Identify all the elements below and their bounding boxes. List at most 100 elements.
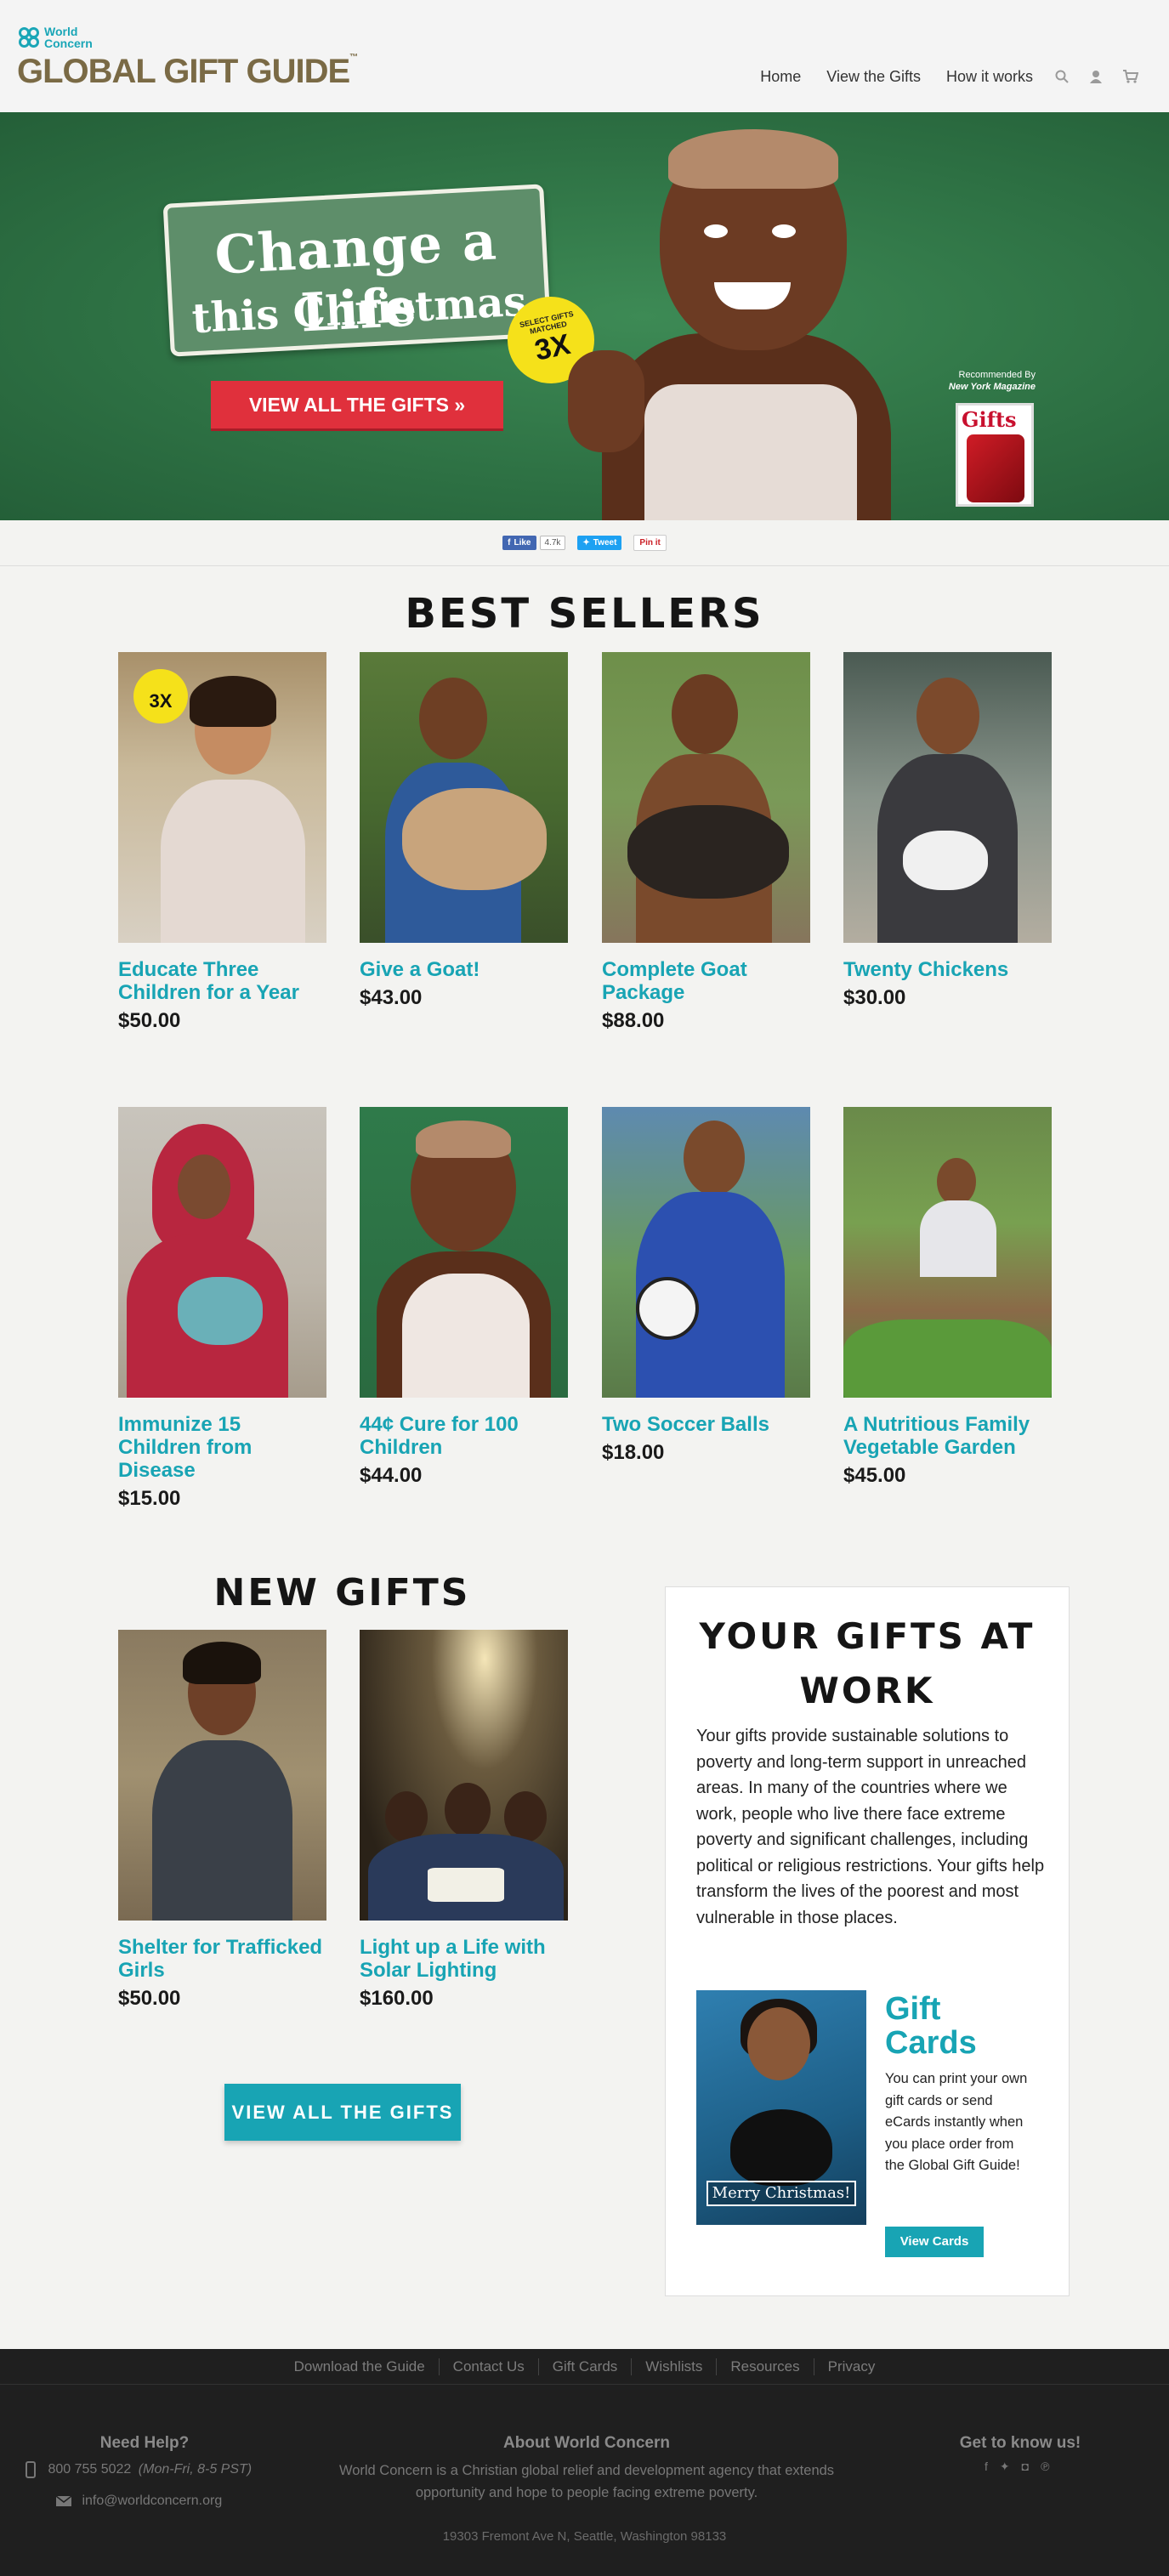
product-name[interactable]: Shelter for Trafficked Girls (118, 1936, 326, 1982)
product-price: $45.00 (843, 1464, 906, 1487)
product-card[interactable]: Give a Goat! $43.00 (360, 652, 568, 1010)
footer-link-privacy[interactable]: Privacy (814, 2358, 889, 2375)
product-card[interactable]: Twenty Chickens $30.00 (843, 652, 1052, 1010)
view-all-gifts-button[interactable]: VIEW ALL THE GIFTS (224, 2084, 461, 2141)
email-icon (55, 2494, 72, 2508)
user-icon[interactable] (1089, 70, 1103, 88)
new-gifts-title: NEW GIFTS (213, 1571, 471, 1614)
product-card[interactable]: Light up a Life with Solar Lighting $160… (360, 1630, 568, 2011)
product-name[interactable]: Educate Three Children for a Year (118, 958, 326, 1004)
gift-cards-title[interactable]: Gift Cards (885, 1992, 1038, 2060)
product-name[interactable]: Light up a Life with Solar Lighting (360, 1936, 568, 1982)
view-cards-button[interactable]: View Cards (885, 2227, 984, 2257)
product-name[interactable]: A Nutritious Family Vegetable Garden (843, 1413, 1052, 1459)
product-price: $15.00 (118, 1487, 181, 1510)
card-3x-badge: 3X (133, 669, 188, 723)
product-card[interactable]: Immunize 15 Children from Disease $15.00 (118, 1107, 326, 1511)
product-card[interactable]: A Nutritious Family Vegetable Garden $45… (843, 1107, 1052, 1488)
site-title[interactable]: GLOBAL GIFT GUIDE™ (17, 53, 358, 91)
product-card[interactable]: 3X Educate Three Children for a Year $50… (118, 652, 326, 1033)
nav-view-gifts[interactable]: View the Gifts (826, 68, 921, 86)
phone-icon (26, 2461, 36, 2478)
recommended-label: Recommended By (958, 370, 1036, 380)
product-image[interactable] (602, 652, 810, 943)
product-price: $43.00 (360, 986, 423, 1009)
product-name[interactable]: Complete Goat Package (602, 958, 810, 1004)
footer-link-contact[interactable]: Contact Us (440, 2358, 539, 2375)
product-name[interactable]: Two Soccer Balls (602, 1413, 810, 1436)
world-concern-logo-icon[interactable] (19, 27, 43, 51)
facebook-icon: f (508, 538, 511, 548)
main-nav: Home View the Gifts How it works (760, 68, 1033, 86)
facebook-like-button[interactable]: f Like (502, 536, 536, 550)
about-text: World Concern is a Christian global reli… (338, 2463, 835, 2500)
nav-how-it-works[interactable]: How it works (946, 68, 1033, 86)
footer-link-gift-cards[interactable]: Gift Cards (539, 2358, 633, 2375)
product-image[interactable] (118, 1107, 326, 1398)
product-name[interactable]: 44¢ Cure for 100 Children (360, 1413, 568, 1459)
pinterest-icon[interactable]: ℗ (1041, 2460, 1049, 2474)
product-card[interactable]: 44¢ Cure for 100 Children $44.00 (360, 1107, 568, 1488)
recommended-by: Recommended By New York Magazine (933, 369, 1036, 393)
product-image[interactable] (843, 1107, 1052, 1398)
gifts-at-work-text: Your gifts provide sustainable solutions… (696, 1727, 1045, 1927)
site-header: World Concern GLOBAL GIFT GUIDE™ Home Vi… (0, 0, 1169, 112)
like-count: 4.7k (539, 536, 566, 550)
cart-icon[interactable] (1123, 70, 1139, 88)
nav-home[interactable]: Home (760, 68, 801, 86)
twitter-icon[interactable]: ✦ (1000, 2460, 1010, 2474)
footer-link-wishlists[interactable]: Wishlists (632, 2358, 718, 2375)
gifts-at-work-title: YOUR GIFTS AT WORK (699, 1615, 1036, 1711)
header-icons (1055, 70, 1139, 88)
need-help-title: Need Help? (99, 2434, 190, 2452)
tweet-button[interactable]: ✦ Tweet (577, 536, 622, 550)
email-line: info@worldconcern.org (55, 2494, 222, 2509)
product-price: $88.00 (602, 1009, 665, 1032)
product-image[interactable] (360, 1107, 568, 1398)
twitter-icon: ✦ (582, 538, 590, 548)
footer-link-resources[interactable]: Resources (717, 2358, 814, 2375)
product-image[interactable] (118, 1630, 326, 1921)
phone-number[interactable]: 800 755 5022 (48, 2462, 131, 2477)
hero-view-all-button[interactable]: VIEW ALL THE GIFTS » (211, 381, 503, 428)
share-bar: f Like 4.7k ✦ Tweet Pin it (0, 520, 1169, 566)
product-image[interactable] (843, 652, 1052, 943)
org-name[interactable]: World Concern (44, 26, 104, 49)
product-card[interactable]: Two Soccer Balls $18.00 (602, 1107, 810, 1465)
gift-card-image-text: Merry Christmas! (707, 2181, 856, 2206)
product-card[interactable]: Complete Goat Package $88.00 (602, 652, 810, 1033)
gift-card-image[interactable]: Merry Christmas! (696, 1990, 866, 2225)
about-title: About World Concern (503, 2434, 670, 2452)
footer-link-download[interactable]: Download the Guide (281, 2358, 440, 2375)
site-footer: Download the Guide Contact Us Gift Cards… (0, 2349, 1169, 2576)
product-name[interactable]: Immunize 15 Children from Disease (118, 1413, 326, 1482)
phone-line: 800 755 5022 (Mon-Fri, 8-5 PST) (26, 2461, 252, 2478)
product-price: $50.00 (118, 1009, 181, 1032)
recommended-source: New York Magazine (948, 382, 1036, 392)
product-price: $44.00 (360, 1464, 423, 1487)
pin-it-button[interactable]: Pin it (633, 535, 667, 551)
gift-cards-text: You can print your own gift cards or sen… (885, 2071, 1028, 2173)
hero-banner: Change a Life this Christmas SELECT GIFT… (0, 112, 1169, 520)
product-image[interactable]: 3X (118, 652, 326, 943)
best-sellers-title: BEST SELLERS (405, 590, 764, 638)
trademark: ™ (349, 53, 358, 62)
product-price: $18.00 (602, 1441, 665, 1464)
product-image[interactable] (360, 652, 568, 943)
magazine-title: Gifts (962, 407, 1017, 432)
social-title: Get to know us! (959, 2434, 1081, 2452)
product-name[interactable]: Twenty Chickens (843, 958, 1052, 981)
product-name[interactable]: Give a Goat! (360, 958, 568, 981)
product-price: $160.00 (360, 1987, 434, 2010)
search-icon[interactable] (1055, 70, 1069, 88)
email-address[interactable]: info@worldconcern.org (82, 2494, 222, 2508)
phone-hours: (Mon-Fri, 8-5 PST) (138, 2462, 253, 2477)
magazine-cover[interactable]: Gifts (956, 403, 1034, 507)
tweet-label: Tweet (593, 538, 617, 548)
facebook-icon[interactable]: f (985, 2460, 988, 2474)
product-card[interactable]: Shelter for Trafficked Girls $50.00 (118, 1630, 326, 2011)
product-image[interactable] (602, 1107, 810, 1398)
like-label: Like (514, 538, 531, 548)
instagram-icon[interactable]: ◘ (1022, 2460, 1029, 2474)
product-image[interactable] (360, 1630, 568, 1921)
